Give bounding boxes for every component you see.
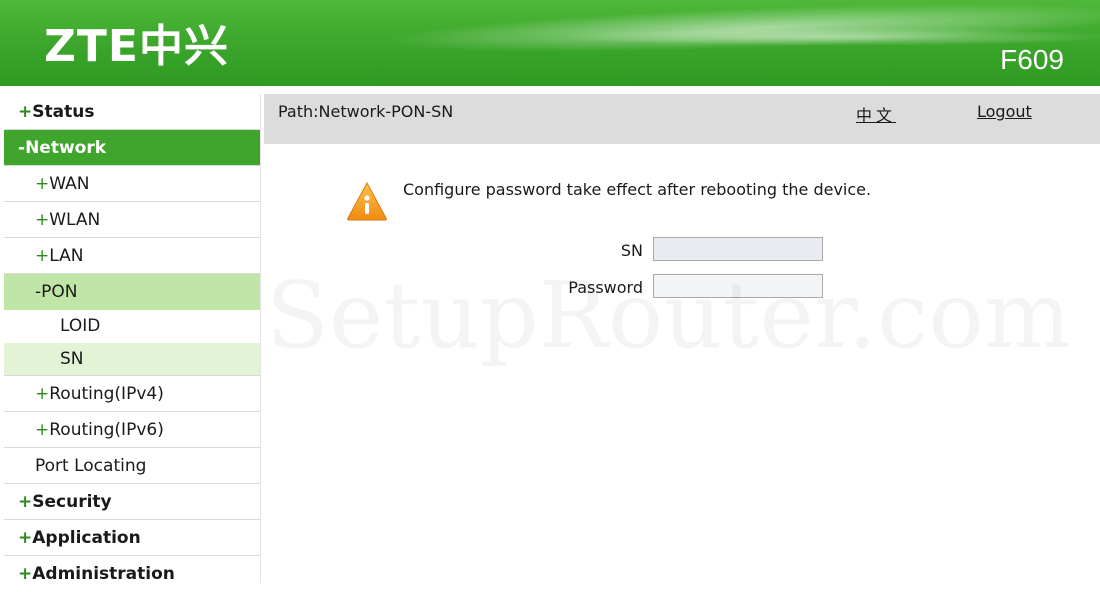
main-content: Configure password take effect after reb… — [264, 144, 1100, 583]
sidebar-item-wlan[interactable]: +WLAN — [4, 202, 260, 238]
password-label: Password — [568, 278, 643, 297]
sidebar-nav: +Status -Network +WAN +WLAN +LAN -PON LO… — [4, 94, 261, 584]
device-model: F609 — [1000, 44, 1064, 75]
notice-text: Configure password take effect after reb… — [403, 180, 872, 199]
sidebar-item-pon[interactable]: -PON — [4, 274, 260, 310]
sidebar-item-wan[interactable]: +WAN — [4, 166, 260, 202]
logout-link[interactable]: Logout — [977, 102, 1032, 121]
sn-label: SN — [620, 241, 643, 260]
expand-sign: + — [18, 492, 33, 512]
path-bar: Path:Network-PON-SN 中文 Logout — [264, 94, 1100, 144]
sidebar-item-label: Port Locating — [35, 456, 147, 476]
sidebar-item-application[interactable]: +Application — [4, 520, 260, 556]
sidebar-item-label: Routing(IPv6) — [49, 420, 164, 440]
sidebar-item-label: Status — [32, 102, 95, 122]
sn-input[interactable] — [653, 237, 823, 261]
sidebar-item-label: LOID — [60, 316, 101, 336]
collapse-sign: - — [18, 138, 26, 158]
sidebar-item-administration[interactable]: +Administration — [4, 556, 260, 592]
language-switch-link[interactable]: 中文 — [856, 102, 896, 126]
expand-sign: + — [35, 210, 50, 230]
sidebar-item-network[interactable]: -Network — [4, 130, 260, 166]
brand-logo: ZTE中兴 — [44, 21, 229, 72]
sidebar-item-lan[interactable]: +LAN — [4, 238, 260, 274]
sidebar-item-label: SN — [60, 349, 84, 369]
sidebar-item-label: Application — [32, 528, 141, 548]
expand-sign: + — [18, 528, 33, 548]
sidebar-item-label: LAN — [49, 246, 84, 266]
header-banner: ZTE中兴 F609 — [0, 0, 1100, 86]
sidebar-item-loid[interactable]: LOID — [4, 310, 260, 343]
sidebar-item-label: WLAN — [49, 210, 101, 230]
sidebar-item-label: WAN — [49, 174, 90, 194]
breadcrumb: Path:Network-PON-SN — [278, 102, 454, 121]
sidebar-item-security[interactable]: +Security — [4, 484, 260, 520]
password-input[interactable] — [653, 274, 823, 298]
sidebar-item-label: Security — [32, 492, 112, 512]
sidebar-item-label: Routing(IPv4) — [49, 384, 164, 404]
expand-sign: + — [35, 384, 50, 404]
sidebar-item-routing-ipv4[interactable]: +Routing(IPv4) — [4, 376, 260, 412]
expand-sign: + — [35, 174, 50, 194]
expand-sign: + — [35, 420, 50, 440]
sidebar-item-label: Administration — [32, 564, 175, 584]
sidebar-item-status[interactable]: +Status — [4, 94, 260, 130]
sidebar-item-label: Network — [25, 138, 107, 158]
sidebar-item-label: PON — [41, 282, 78, 302]
expand-sign: + — [18, 102, 33, 122]
expand-sign: + — [35, 246, 50, 266]
sidebar-item-port-locating[interactable]: Port Locating — [4, 448, 260, 484]
warning-icon — [347, 181, 387, 221]
sidebar-item-sn[interactable]: SN — [4, 343, 260, 376]
expand-sign: + — [18, 564, 33, 584]
sidebar-item-routing-ipv6[interactable]: +Routing(IPv6) — [4, 412, 260, 448]
